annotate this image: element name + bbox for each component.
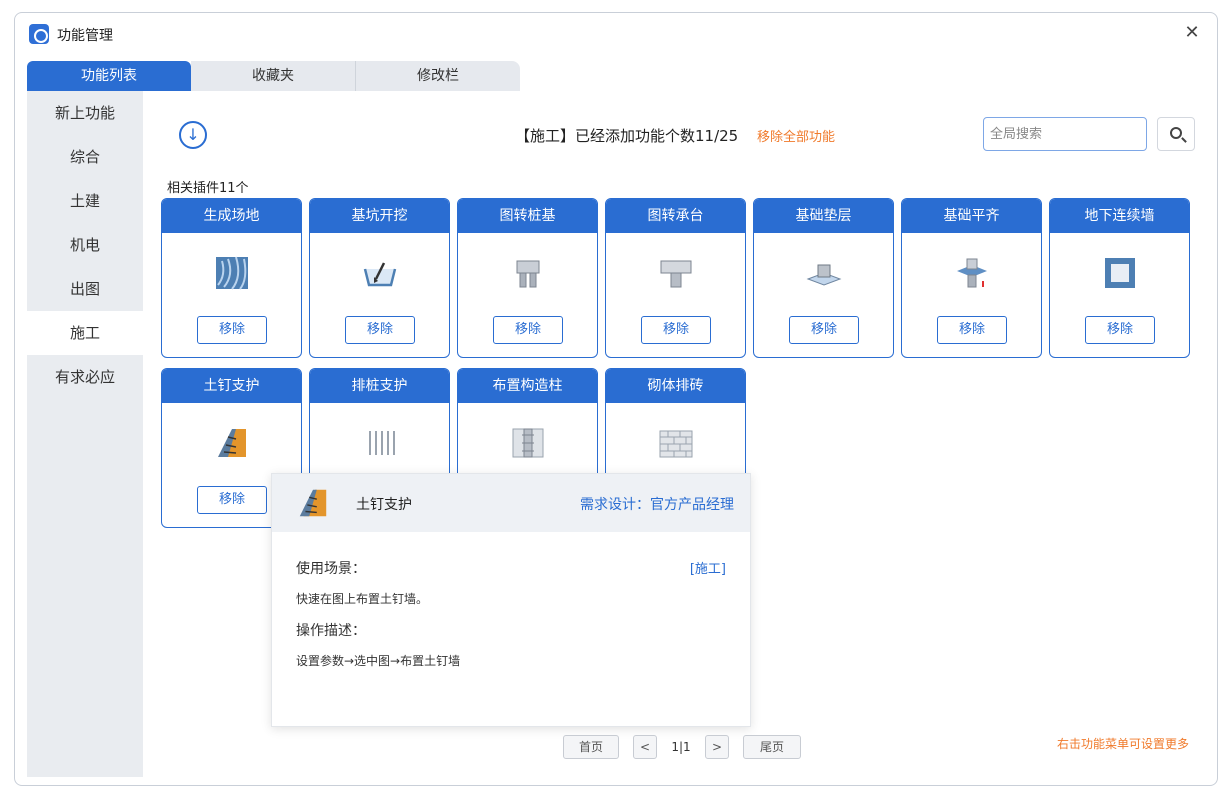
page-indicator: 1|1 [671,740,691,754]
card-pile-foundation: 图转桩基 移除 [457,198,598,358]
card-title: 排桩支护 [310,369,449,403]
scene-description: 快速在图上布置土钉墙。 [296,592,429,606]
remove-button[interactable]: 移除 [937,316,1007,344]
remove-all-link[interactable]: 移除全部功能 [757,130,835,145]
pile-foundation-icon [516,260,540,288]
scene-tag: [施工] [689,562,726,577]
prev-page-button[interactable]: < [633,735,657,759]
tab-favorites[interactable]: 收藏夹 [191,61,355,91]
pagination: 首页 < 1|1 > 尾页 [563,735,801,759]
search-icon [1170,127,1182,139]
scene-label: 使用场景： [296,561,366,577]
sidebar-item-mep[interactable]: 机电 [27,223,143,267]
global-search-input[interactable] [983,117,1147,151]
tab-bar: 功能列表 收藏夹 修改栏 [27,61,520,91]
foundation-align-icon [957,258,987,288]
card-cushion-layer: 基础垫层 移除 [753,198,894,358]
diaphragm-wall-icon [1105,258,1135,288]
terrain-icon [216,256,248,290]
remove-button[interactable]: 移除 [197,316,267,344]
category-sidebar: 新上功能 综合 土建 机电 出图 施工 有求必应 [27,91,143,777]
cushion-layer-icon [806,264,842,286]
card-title: 图转桩基 [458,199,597,233]
card-title: 基坑开挖 [310,199,449,233]
app-logo-icon [29,24,49,44]
card-generate-site: 生成场地 移除 [161,198,302,358]
card-title: 生成场地 [162,199,301,233]
close-icon[interactable]: ✕ [1181,22,1203,44]
soil-nail-icon [218,429,246,457]
last-page-button[interactable]: 尾页 [743,735,801,759]
function-manager-window: 功能管理 ✕ 功能列表 收藏夹 修改栏 新上功能 综合 土建 机电 出图 施工 … [14,12,1218,786]
brick-wall-icon [659,430,693,458]
sidebar-item-construction[interactable]: 施工 [27,311,143,355]
title-bar: 功能管理 ✕ [15,13,1217,55]
sidebar-item-general[interactable]: 综合 [27,135,143,179]
remove-button[interactable]: 移除 [789,316,859,344]
soil-nail-icon [299,489,327,517]
remove-button[interactable]: 移除 [1085,316,1155,344]
operation-description: 设置参数→选中图→布置土钉墙 [296,654,461,668]
remove-button[interactable]: 移除 [641,316,711,344]
operation-label: 操作描述： [296,623,366,639]
card-title: 布置构造柱 [458,369,597,403]
popup-designer: 需求设计：官方产品经理 [580,497,734,513]
function-detail-popup: 土钉支护 需求设计：官方产品经理 使用场景： [施工] 快速在图上布置土钉墙。 … [271,473,751,727]
card-title: 图转承台 [606,199,745,233]
card-title: 砌体排砖 [606,369,745,403]
construction-column-icon [512,428,544,458]
sidebar-item-requests[interactable]: 有求必应 [27,355,143,399]
remove-button[interactable]: 移除 [493,316,563,344]
card-excavation: 基坑开挖 移除 [309,198,450,358]
card-title: 基础垫层 [754,199,893,233]
sidebar-item-new[interactable]: 新上功能 [27,91,143,135]
popup-header: 土钉支护 需求设计：官方产品经理 [272,474,750,532]
card-foundation-align: 基础平齐 移除 [901,198,1042,358]
search-button[interactable] [1157,117,1195,151]
card-diaphragm-wall: 地下连续墙 移除 [1049,198,1190,358]
card-title: 基础平齐 [902,199,1041,233]
added-count-text: 【施工】已经添加功能个数11/25 [514,127,739,145]
excavation-icon [363,262,397,287]
remove-button[interactable]: 移除 [345,316,415,344]
pile-cap-icon [660,260,692,288]
sidebar-item-civil[interactable]: 土建 [27,179,143,223]
plugin-count-text: 相关插件11个 [167,181,249,196]
popup-function-name: 土钉支护 [356,497,412,513]
card-pile-cap: 图转承台 移除 [605,198,746,358]
tab-function-list[interactable]: 功能列表 [27,61,191,91]
tab-modify-bar[interactable]: 修改栏 [356,61,520,91]
card-title: 土钉支护 [162,369,301,403]
next-page-button[interactable]: > [705,735,729,759]
pile-row-icon [369,431,395,455]
card-title: 地下连续墙 [1050,199,1189,233]
sidebar-item-drawing[interactable]: 出图 [27,267,143,311]
remove-button[interactable]: 移除 [197,486,267,514]
popup-body: 使用场景： [施工] 快速在图上布置土钉墙。 操作描述： 设置参数→选中图→布置… [272,532,750,668]
first-page-button[interactable]: 首页 [563,735,619,759]
right-click-hint: 右击功能菜单可设置更多 [1056,737,1189,751]
window-title: 功能管理 [57,28,113,44]
